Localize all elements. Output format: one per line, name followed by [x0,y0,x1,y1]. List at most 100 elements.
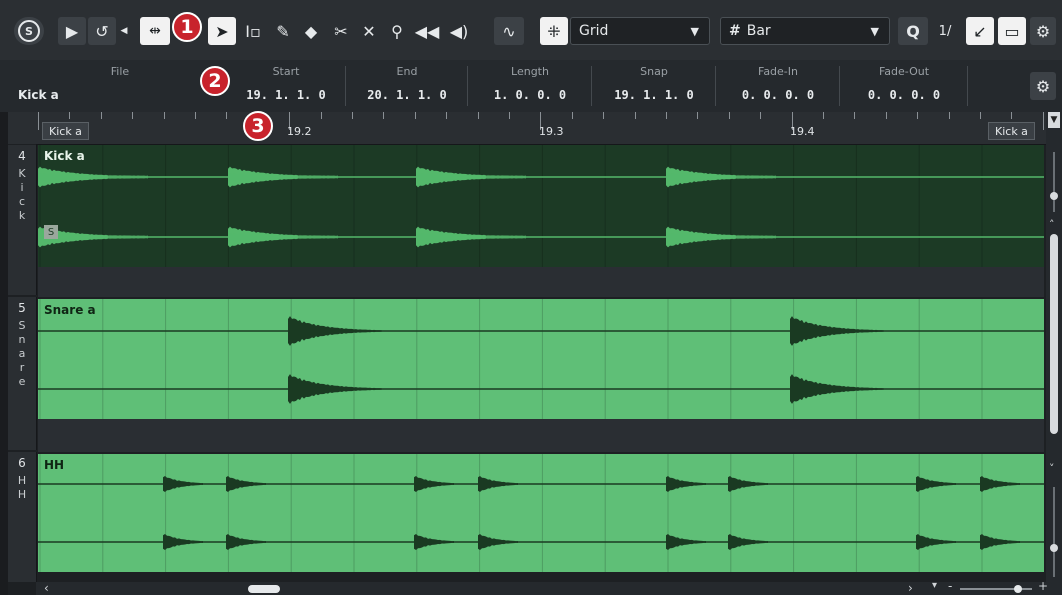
info-field-length[interactable]: Length 1. 0. 0. 0 [468,60,592,112]
solo-button[interactable]: S [14,17,44,45]
speaker-tool[interactable]: ◀) [444,17,474,45]
ruler-tick [823,112,824,119]
quantize-value-text: 1/ [938,23,952,39]
loop-button[interactable]: ↺ [88,17,116,45]
auto-scroll-button[interactable]: ⇹ [140,17,170,45]
ruler-tick [854,112,856,119]
ruler-tick [383,112,385,119]
info-field-label: Length [511,65,549,78]
info-field-label: Fade-Out [878,65,930,78]
info-field-file[interactable]: File [80,60,160,112]
ruler-tick [885,112,887,119]
scroll-left-icon[interactable]: ‹ [44,581,49,595]
scroll-right-icon[interactable]: › [908,581,913,595]
left-edge [0,112,8,595]
info-field-value: 1. 0. 0. 0 [493,88,567,102]
info-line: Kick a File 2 Start 19. 1. 1. 0 End 20. … [0,60,1062,113]
lane-name: Snare [18,319,26,388]
play-options-arrow[interactable]: ◀ [118,17,130,45]
zoom-out-icon[interactable]: - [948,579,952,593]
settings-button[interactable]: ⚙ [1030,17,1056,45]
scissors-icon: ✂ [334,21,348,41]
lane-header-kick[interactable]: 4 Kick [8,145,37,295]
ruler-tick [697,112,699,119]
info-field-snap[interactable]: Snap 19. 1. 1. 0 [592,60,716,112]
grid-type-value: Bar [746,23,771,39]
vertical-scrollbar[interactable]: ▼ ˄ ˅ [1046,112,1062,582]
waveform-snare [38,299,1044,419]
ruler-label: 19.2 [287,125,312,138]
draw-tool[interactable]: ✎ [270,17,296,45]
zoom-menu-icon[interactable]: ▾ [932,580,937,591]
clip-label: HH [44,458,65,472]
lane-gap [38,419,1044,452]
auto-scroll-icon: ⇹ [149,23,161,39]
clip-label: Snare a [44,303,96,317]
horizontal-scrollbar[interactable]: ‹ › ▾ - + [36,579,1062,595]
info-line-settings-button[interactable]: ⚙ [1030,72,1056,100]
divider [967,66,968,106]
clip-label: Kick a [44,149,85,163]
ruler-tick [917,112,919,119]
info-field-label: Fade-In [758,65,798,78]
magnifier-icon: ⚲ [391,21,403,41]
horizontal-zoom-knob[interactable] [1014,585,1022,593]
quantize-value[interactable]: 1/ [930,17,960,45]
lane-name: HH [17,474,27,501]
waveform-kick [38,145,1044,267]
ruler-tick [100,112,102,119]
mute-tool[interactable]: ✕ [356,17,382,45]
zoom-tool[interactable]: ⚲ [384,17,410,45]
info-field-end[interactable]: End 20. 1. 1. 0 [346,60,468,112]
warp-curve-icon: ∿ [502,21,516,41]
lane-gap [38,267,1044,297]
snap-type-dropdown[interactable]: Grid ▼ [570,17,710,45]
zoom-slider-knob[interactable] [1050,192,1058,200]
dropdown-arrow-icon: ▼ [870,24,879,38]
audio-clip-kick[interactable]: Kick a S [38,145,1044,267]
grid-type-dropdown[interactable]: # Bar ▼ [720,17,890,45]
info-field-start[interactable]: Start 19. 1. 1. 0 [226,60,346,112]
ruler[interactable]: Kick a 19.2 19.3 19.4 Kick a [36,112,1046,145]
warp-tool[interactable]: ∿ [494,17,524,45]
gear-icon: ⚙ [1035,76,1051,96]
object-selection-tool[interactable]: ➤ [208,17,236,45]
scroll-down-icon[interactable]: ˅ [1049,462,1055,475]
window-layout-button[interactable]: ▭ [998,17,1026,45]
mute-x-icon: ✕ [362,21,376,41]
snap-icon: ⁜ [547,21,561,41]
snap-toggle[interactable]: ⁜ [540,17,568,45]
audio-clip-hh[interactable]: HH [38,454,1044,572]
lane-menu-arrow[interactable]: ▼ [1048,112,1060,128]
ruler-tick [38,112,39,130]
eraser-icon: ◆ [304,21,318,41]
info-field-fade-in[interactable]: Fade-In 0. 0. 0. 0 [716,60,840,112]
info-field-label: Start [272,65,300,78]
range-selection-tool[interactable]: I▫ [240,17,266,45]
ruler-tick [980,112,981,119]
play-tool[interactable]: ◀◀ [412,17,442,45]
horizontal-scroll-thumb[interactable] [248,585,280,593]
go-to-cursor-button[interactable]: ↙ [966,17,994,45]
height-slider-knob[interactable] [1050,544,1058,552]
info-field-value: 20. 1. 1. 0 [367,88,447,102]
lane-header-snare[interactable]: 5 Snare [8,297,37,450]
zoom-in-icon[interactable]: + [1038,579,1048,593]
info-field-fade-out[interactable]: Fade-Out 0. 0. 0. 0 [840,60,968,112]
audio-clip-snare[interactable]: Snare a [38,299,1044,419]
vertical-scroll-thumb[interactable] [1050,234,1058,434]
erase-tool[interactable]: ◆ [298,17,324,45]
quantize-button[interactable]: Q [898,17,928,45]
solo-icon: S [18,20,40,42]
split-tool[interactable]: ✂ [328,17,354,45]
pointer-icon: ➤ [215,21,229,41]
audition-icon: ◀◀ [414,21,440,41]
scroll-up-icon[interactable]: ˄ [1049,218,1055,231]
lane-header-hh[interactable]: 6 HH [8,452,37,582]
loop-icon: ↺ [95,21,109,41]
info-field-value: 19. 1. 1. 0 [246,88,326,102]
ruler-tick [603,112,605,119]
play-button[interactable]: ▶ [58,17,86,45]
grid-icon: # [729,23,741,39]
play-icon: ▶ [65,21,79,41]
